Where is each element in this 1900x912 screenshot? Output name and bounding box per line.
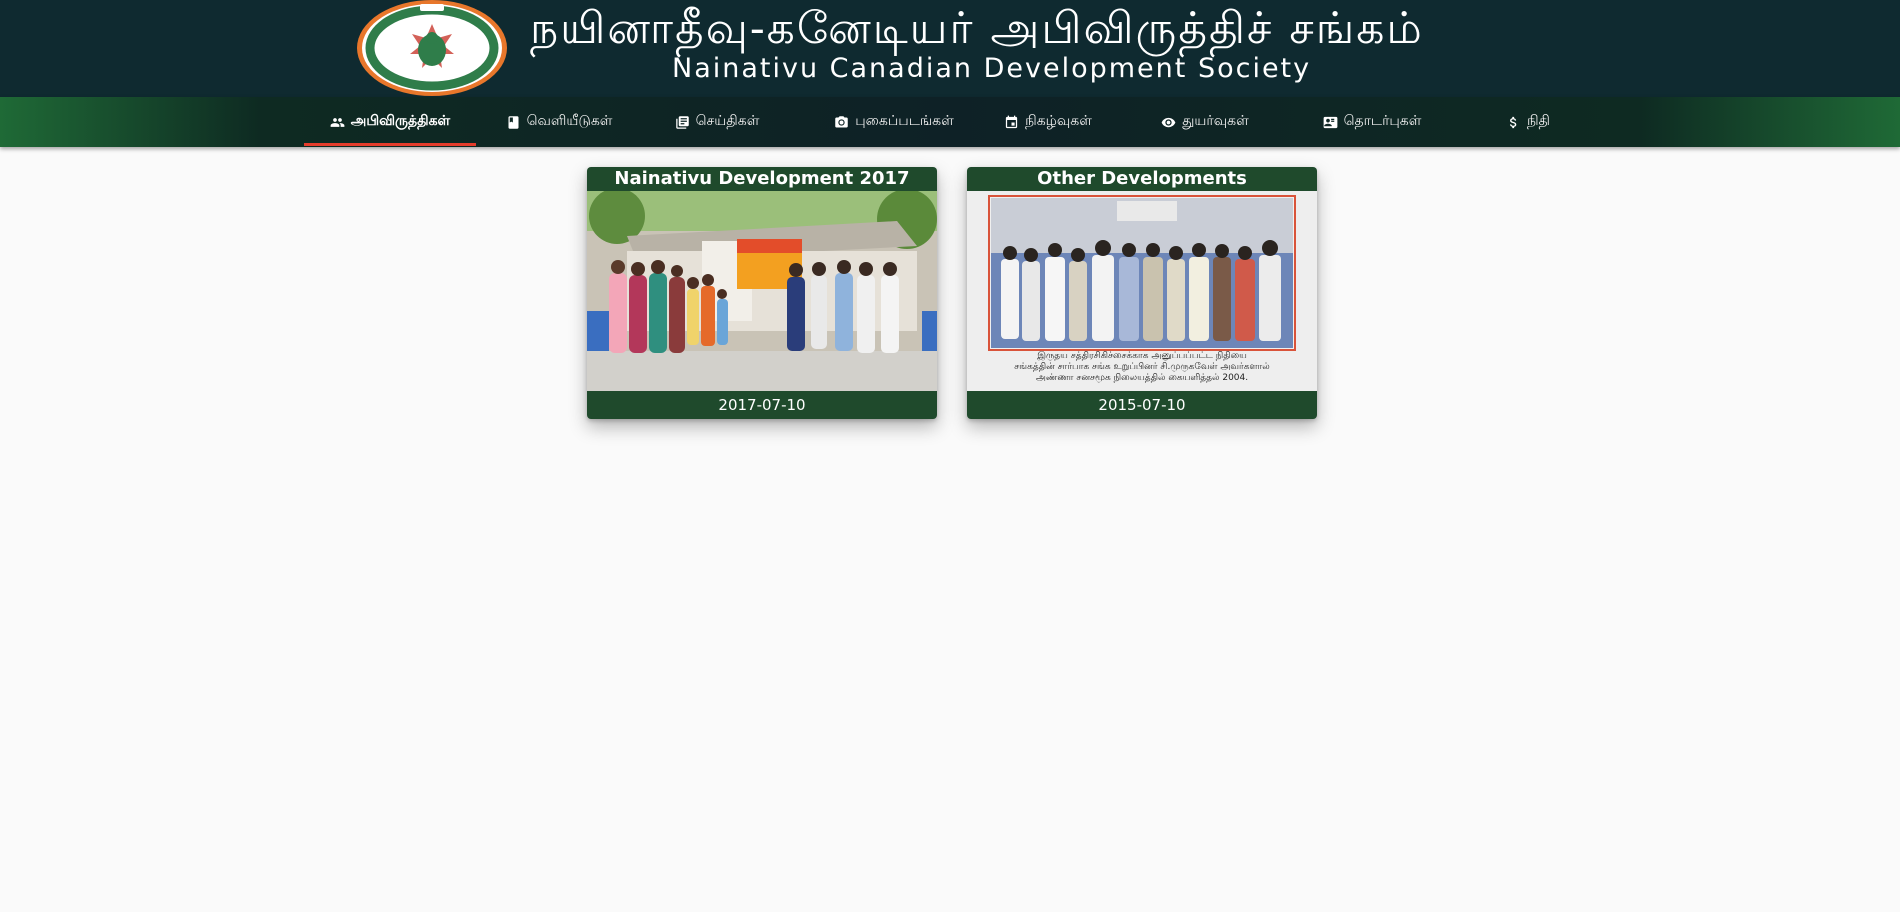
main-nav: அபிவிருத்திகள் வெளியீடுகள் செய்திகள் புக… (0, 97, 1900, 147)
photo-caption: இருதய சத்திரசிகிச்சைக்காக அனுப்பப்பட்ட ந… (977, 351, 1307, 384)
card-photo (587, 191, 937, 391)
site-title-tamil: நயினாதீவு-கனேடியர் அபிவிருத்திச் சங்கம் (530, 3, 1424, 54)
nav-item-contacts[interactable]: தொடர்புகள் (1298, 97, 1446, 147)
dollar-icon (1506, 115, 1521, 130)
nav-label: புகைப்படங்கள் (855, 113, 954, 129)
eye-icon (1161, 115, 1176, 130)
caption-line: சங்கத்தின் சார்பாக சங்க உறுப்பினர் சி.மு… (1014, 362, 1270, 372)
nav-label: துயர்வுகள் (1182, 113, 1249, 129)
society-logo[interactable] (356, 0, 508, 97)
site-header-banner: நயினாதீவு-கனேடியர் அபிவிருத்திச் சங்கம் … (0, 0, 1900, 97)
contact-card-icon (1323, 115, 1338, 130)
camera-icon (834, 115, 849, 130)
nav-item-photos[interactable]: புகைப்படங்கள் (804, 97, 984, 147)
nav-item-news[interactable]: செய்திகள் (652, 97, 782, 147)
card-photo: இருதய சத்திரசிகிச்சைக்காக அனுப்பப்பட்ட ந… (967, 191, 1317, 391)
site-title-english: Nainativu Canadian Development Society (672, 53, 1312, 84)
book-icon (506, 115, 521, 130)
card-date: 2017-07-10 (718, 396, 806, 414)
nav-item-finance[interactable]: நிதி (1480, 97, 1576, 147)
development-card[interactable]: Nainativu Development 2017 2017-07-10 (587, 167, 937, 419)
development-card[interactable]: Other Developments இருதய சத்திரசிகிச்சைக… (967, 167, 1317, 419)
news-icon (675, 115, 690, 130)
nav-label: செய்திகள் (695, 113, 760, 129)
nav-item-publications[interactable]: வெளியீடுகள் (488, 97, 630, 147)
nav-item-events[interactable]: நிகழ்வுகள் (978, 97, 1118, 147)
caption-line: அண்ணா சனசமூக நிலையத்தில் கையளித்தல் 2004… (1035, 373, 1249, 383)
people-icon (330, 115, 345, 130)
caption-line: இருதய சத்திரசிகிச்சைக்காக அனுப்பப்பட்ட ந… (1037, 351, 1247, 361)
nav-label: நிகழ்வுகள் (1025, 113, 1092, 129)
nav-label: தொடர்புகள் (1343, 113, 1422, 129)
card-date: 2015-07-10 (1098, 396, 1186, 414)
nav-label: நிதி (1526, 113, 1551, 129)
card-title: Nainativu Development 2017 (614, 168, 910, 189)
nav-item-developments[interactable]: அபிவிருத்திகள் (304, 97, 476, 147)
card-title: Other Developments (1037, 168, 1247, 189)
calendar-icon (1004, 115, 1019, 130)
nav-label: அபிவிருத்திகள் (350, 113, 451, 129)
nav-item-condolences[interactable]: துயர்வுகள் (1140, 97, 1270, 147)
nav-label: வெளியீடுகள் (526, 113, 613, 129)
